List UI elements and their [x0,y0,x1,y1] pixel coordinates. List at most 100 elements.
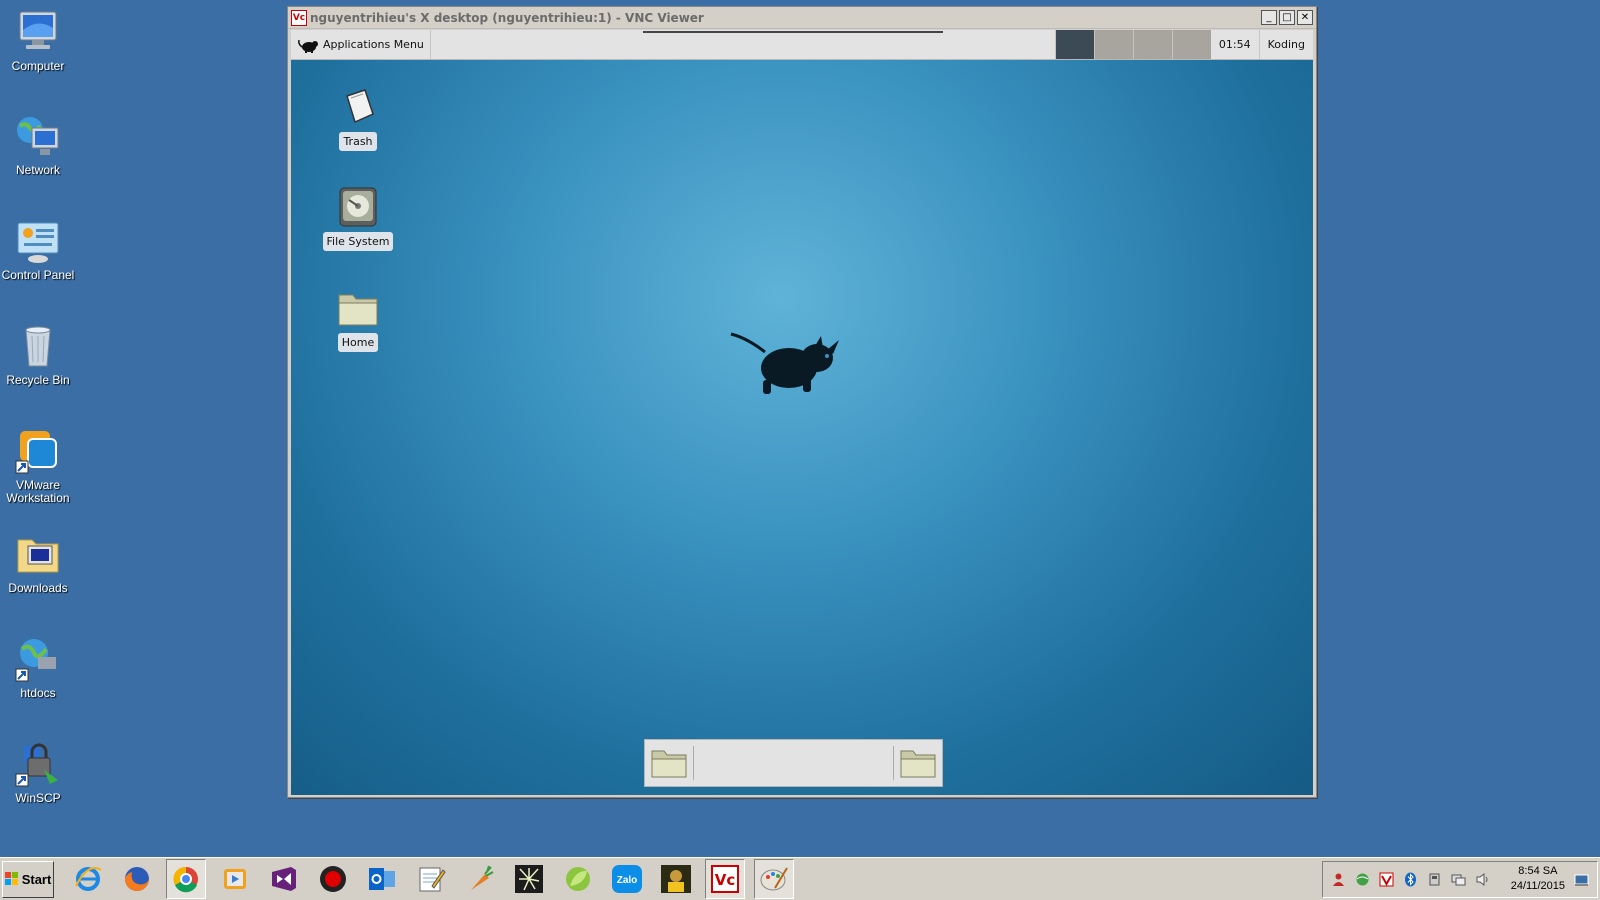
taskbar-record[interactable] [313,859,353,899]
taskbar-firefox[interactable] [117,859,157,899]
firefox-icon [125,867,149,891]
outlook-icon [369,868,395,890]
desktop-icon-control-panel[interactable]: Control Panel [0,217,76,282]
volume-icon[interactable] [1475,872,1490,887]
applications-menu-label: Applications Menu [323,38,424,51]
taskbar-visual-studio[interactable] [264,859,304,899]
zalo-icon: Zalo [612,865,642,893]
taskbar-media-player[interactable] [215,859,255,899]
desktop-icon-label: htdocs [20,686,56,700]
start-label: Start [21,871,52,887]
tray-date: 24/11/2015 [1510,880,1565,892]
network-icon [17,117,59,155]
system-tray: 8:54 SA 24/11/2015 [1321,860,1598,898]
desktop-icon-label: Network [15,163,60,177]
desktop-icon-label: File System [322,232,394,251]
desktop-icon-vmware[interactable]: VMware Workstation [0,427,76,505]
record-icon [320,866,346,892]
carrot-tool-icon [471,865,494,890]
paint-icon [760,867,788,891]
usb-device-icon[interactable] [1427,872,1442,887]
desktop-icon-winscp[interactable]: WinSCP [0,740,76,805]
xfce-icon-home[interactable]: Home [318,287,398,352]
downloads-folder-icon [17,539,59,573]
applications-menu-button[interactable]: Applications Menu [291,30,431,59]
desktop-icon-network[interactable]: Network [0,112,76,177]
workspace-3[interactable] [1132,30,1172,59]
leaf-app-icon [566,867,590,891]
close-button[interactable]: ✕ [1297,10,1313,25]
desktop-icon-label: Trash [339,132,377,151]
workspace-2[interactable] [1093,30,1133,59]
desktop-icon-label: Computer [11,59,65,73]
tray-clock[interactable]: 8:54 SA 24/11/2015 [1511,864,1565,894]
desktop-icon-htdocs[interactable]: htdocs [0,635,76,700]
desktop-icon-computer[interactable]: Computer [0,8,76,73]
xfce-mouse-logo [730,332,839,394]
xfce-bottom-dock [644,739,943,787]
taskbar-chrome[interactable] [166,859,206,899]
firework-icon [515,865,543,893]
network-tray-icon[interactable] [1355,872,1370,887]
workspace-switcher [1054,30,1211,59]
start-button[interactable]: Start [2,860,54,898]
show-desktop-icon[interactable] [1574,872,1589,887]
visual-studio-icon [272,867,296,891]
home-folder-icon [338,294,378,326]
xfce-icon-trash[interactable]: Trash [318,86,398,151]
taskbar-game[interactable] [656,859,696,899]
desktop-icon-downloads[interactable]: Downloads [0,530,76,595]
trash-icon [346,89,374,124]
windows-logo-icon [4,872,18,885]
maximize-button[interactable]: □ [1279,10,1295,25]
vnc-viewer-window[interactable]: Vc nguyentrihieu's X desktop (nguyentrih… [287,6,1317,798]
zalo-text: Zalo [617,875,638,886]
xfce-top-panel: Applications Menu 01:54 Koding [291,30,1313,60]
vnc-text: Vc [715,871,736,889]
tray-time: 8:54 SA [1518,865,1558,877]
desktop-icon-label: Downloads [8,581,68,595]
vnc-app-icon: Vc [291,9,307,26]
windows-taskbar: Start Zalo Vc 8:54 SA 24/11/2015 [0,857,1600,900]
desktop-icon-label: Recycle Bin [6,373,70,387]
dock-separator [693,746,694,780]
desktop-icon-label: Control Panel [1,268,75,282]
recycle-bin-icon [25,326,51,367]
network-status-icon[interactable] [1451,872,1466,887]
taskbar-zalo[interactable]: Zalo [607,859,647,899]
taskbar-paint[interactable] [754,859,794,899]
vnc-titlebar[interactable]: Vc nguyentrihieu's X desktop (nguyentrih… [288,7,1316,29]
taskbar-carrot-tool[interactable] [460,859,500,899]
desktop-icon-label: VMware Workstation [6,478,70,505]
computer-icon [19,11,57,49]
taskbar-outlook[interactable] [362,859,402,899]
taskbar-vnc-viewer[interactable]: Vc [705,859,745,899]
desktop-icon-recycle-bin[interactable]: Recycle Bin [0,322,76,387]
winscp-icon [15,743,58,787]
user-status-icon[interactable] [1331,872,1346,887]
window-controls: _ □ ✕ [1261,10,1316,25]
window-title: nguyentrihieu's X desktop (nguyentrihieu… [310,10,704,25]
panel-clock[interactable]: 01:54 [1211,30,1260,59]
taskbar-firework[interactable] [509,859,549,899]
xfce-icon-file-system[interactable]: File System [318,186,398,251]
workspace-1[interactable] [1054,30,1094,59]
xfce-mouse-icon [298,39,318,53]
workspace-4[interactable] [1171,30,1211,59]
bluetooth-icon[interactable] [1403,872,1418,887]
htdocs-shortcut-icon [15,639,56,682]
panel-window-buttons [643,30,943,33]
taskbar-leaf-app[interactable] [558,859,598,899]
vnc-tray-icon[interactable] [1379,872,1394,887]
taskbar-notepad[interactable] [411,859,451,899]
folder-icon [900,750,936,778]
minimize-button[interactable]: _ [1261,10,1277,25]
internet-explorer-icon [75,867,102,891]
dock-file-manager-button[interactable] [645,740,693,786]
chrome-icon [173,866,198,893]
notepad-icon [419,867,446,892]
dock-folder-button[interactable] [894,740,942,786]
panel-user[interactable]: Koding [1260,38,1313,51]
remote-desktop[interactable]: Applications Menu 01:54 Koding Trash Fil… [291,30,1313,795]
taskbar-internet-explorer[interactable] [68,859,108,899]
